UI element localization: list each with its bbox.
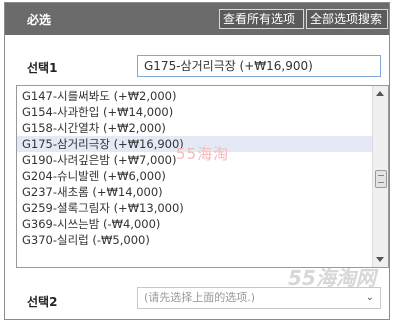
option2-label: 선택2 (27, 295, 58, 309)
chevron-down-icon: ⌄ (365, 292, 374, 303)
list-item[interactable]: G369-시쓰는밤 (-₩4,000) (17, 216, 372, 232)
list-item[interactable]: G154-사과한입 (+₩14,000) (17, 104, 372, 120)
list-item[interactable]: G259-셜록그림자 (+₩13,000) (17, 200, 372, 216)
option2-select[interactable]: (请先选择上面的选项.) ⌄ (137, 287, 381, 309)
scrollbar-thumb[interactable] (375, 170, 387, 188)
list-item[interactable]: G204-슈니발렌 (+₩6,000) (17, 168, 372, 184)
list-item[interactable]: G147-시를써봐도 (+₩2,000) (17, 88, 372, 104)
list-item[interactable]: G190-사려깊은밤 (+₩7,000) (17, 152, 372, 168)
option2-placeholder: (请先选择上面的选项.) (144, 291, 256, 304)
option1-label: 선택1 (27, 61, 58, 75)
option1-listbox[interactable]: G147-시를써봐도 (+₩2,000) G154-사과한입 (+₩14,000)… (16, 85, 389, 268)
option-list: G147-시를써봐도 (+₩2,000) G154-사과한입 (+₩14,000)… (17, 88, 372, 248)
dialog-titlebar: 必选 查看所有选项 全部选项搜索 (5, 3, 389, 35)
scroll-down-icon[interactable] (376, 257, 384, 262)
option1-select[interactable]: G175-삼거리극장 (+₩16,900) (137, 55, 381, 77)
dialog-title: 必选 (27, 13, 52, 27)
search-all-options-button[interactable]: 全部选项搜索 (306, 9, 388, 29)
scroll-up-icon[interactable] (376, 91, 384, 96)
list-item[interactable]: G158-시간열차 (+₩2,000) (17, 120, 372, 136)
list-item[interactable]: G237-새초롬 (+₩14,000) (17, 184, 372, 200)
view-all-options-button[interactable]: 查看所有选项 (219, 9, 304, 29)
list-item[interactable]: G175-삼거리극장 (+₩16,900) (17, 136, 372, 152)
close-icon[interactable]: ✕ (388, 5, 401, 25)
list-item[interactable]: G370-실리럽 (-₩5,000) (17, 232, 372, 248)
scrollbar[interactable] (372, 86, 388, 267)
